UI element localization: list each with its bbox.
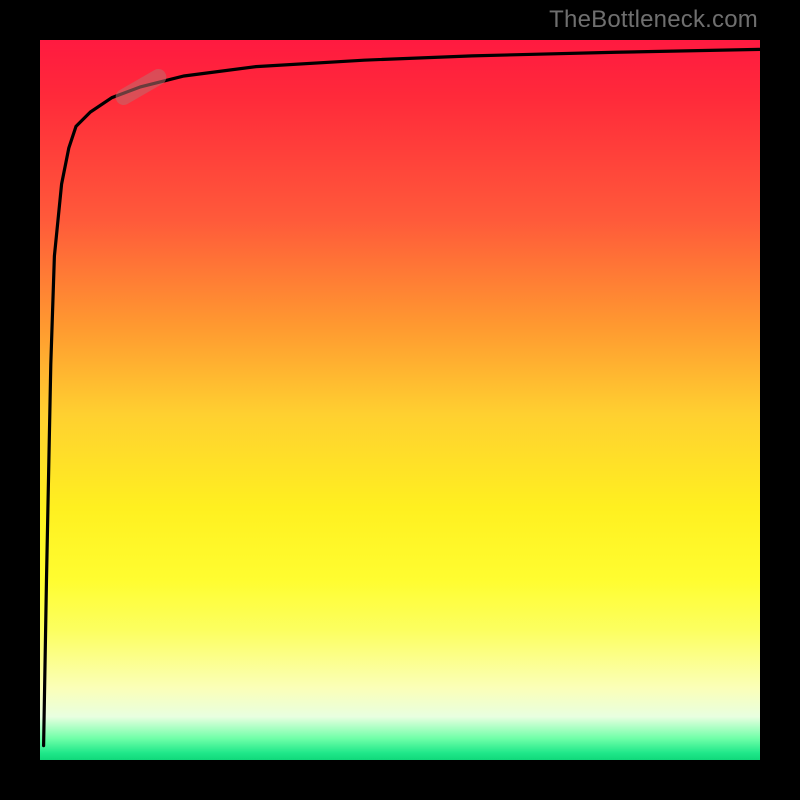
curve-layer: [40, 40, 760, 760]
frame-left: [0, 0, 40, 800]
chart-container: TheBottleneck.com: [0, 0, 800, 800]
frame-bottom: [0, 760, 800, 800]
frame-right: [760, 0, 800, 800]
bottleneck-curve: [44, 49, 760, 745]
attribution-text: TheBottleneck.com: [549, 6, 758, 34]
